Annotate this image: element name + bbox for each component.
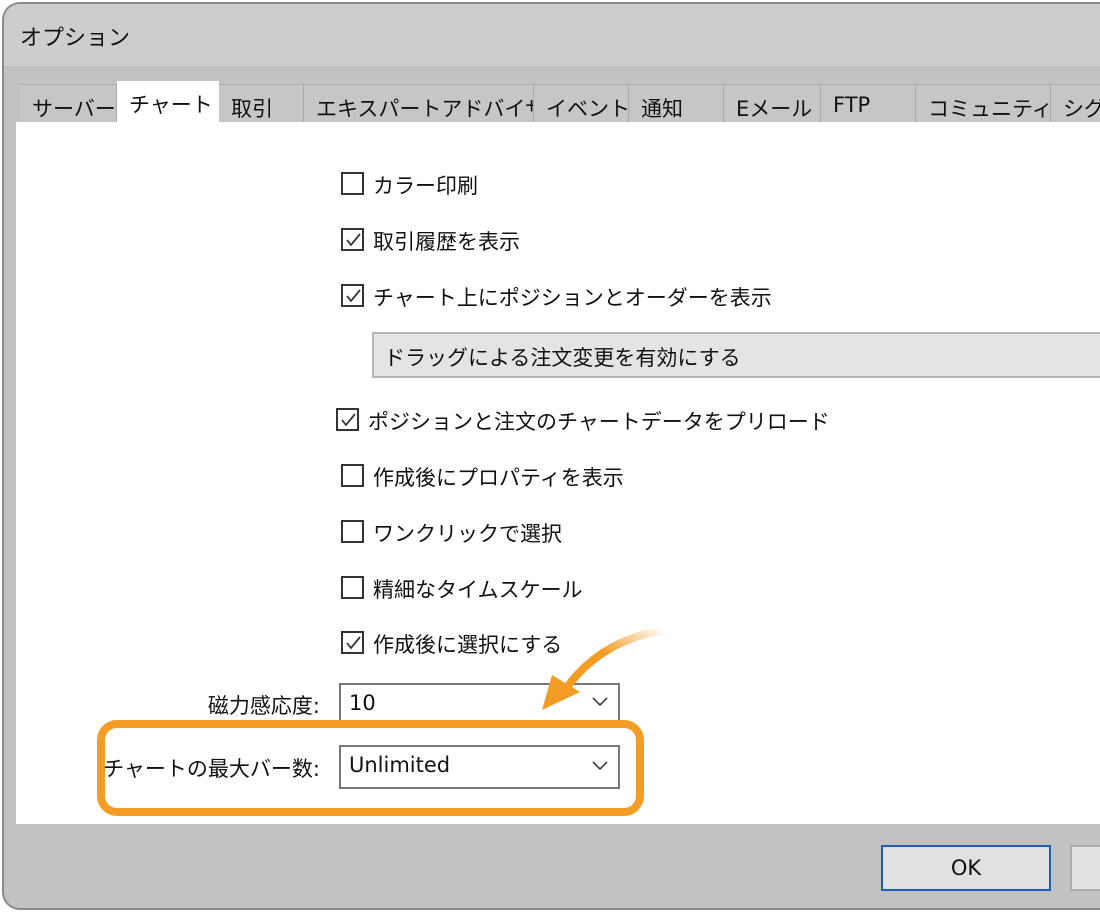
option-checkbox[interactable] xyxy=(341,576,364,599)
title-bar: オプション xyxy=(4,4,1100,66)
option-checkbox[interactable] xyxy=(336,408,359,431)
checkmark-icon xyxy=(346,289,361,303)
option-label[interactable]: 取引履歴を表示 xyxy=(373,226,520,256)
option-checkbox[interactable] xyxy=(341,228,364,251)
option-label[interactable]: 作成後にプロパティを表示 xyxy=(373,462,624,492)
option-label[interactable]: チャート上にポジションとオーダーを表示 xyxy=(373,282,772,312)
checkmark-icon xyxy=(346,233,361,247)
option-label[interactable]: 精細なタイムスケール xyxy=(373,574,583,604)
option-checkbox[interactable] xyxy=(341,284,364,307)
ok-button[interactable]: OK xyxy=(881,845,1051,891)
option-label[interactable]: ワンクリックで選択 xyxy=(373,518,562,548)
option-checkbox[interactable] xyxy=(341,631,364,654)
option-checkbox[interactable] xyxy=(341,464,364,487)
checkmark-icon xyxy=(341,413,356,427)
annotation-arrow-icon xyxy=(542,626,669,710)
magnet-sensitivity-label: 磁力感応度: xyxy=(207,694,320,718)
option-checkbox[interactable] xyxy=(341,172,364,195)
option-checkbox[interactable] xyxy=(341,520,364,543)
max-bars-select[interactable]: Unlimited xyxy=(339,745,620,789)
max-bars-label: チャートの最大バー数: xyxy=(103,757,320,781)
checkmark-icon xyxy=(346,636,361,650)
chevron-down-icon xyxy=(592,761,608,771)
cancel-button[interactable] xyxy=(1070,845,1100,891)
option-label[interactable]: カラー印刷 xyxy=(373,170,478,200)
magnet-sensitivity-value: 10 xyxy=(349,691,376,715)
tab-chart[interactable]: チャート xyxy=(117,81,219,130)
option-label[interactable]: ポジションと注文のチャートデータをプリロード xyxy=(368,406,830,436)
drag-modify-orders-option[interactable]: ドラッグによる注文変更を有効にする xyxy=(372,332,1100,378)
max-bars-value: Unlimited xyxy=(349,753,451,777)
window-title: オプション xyxy=(20,26,131,51)
